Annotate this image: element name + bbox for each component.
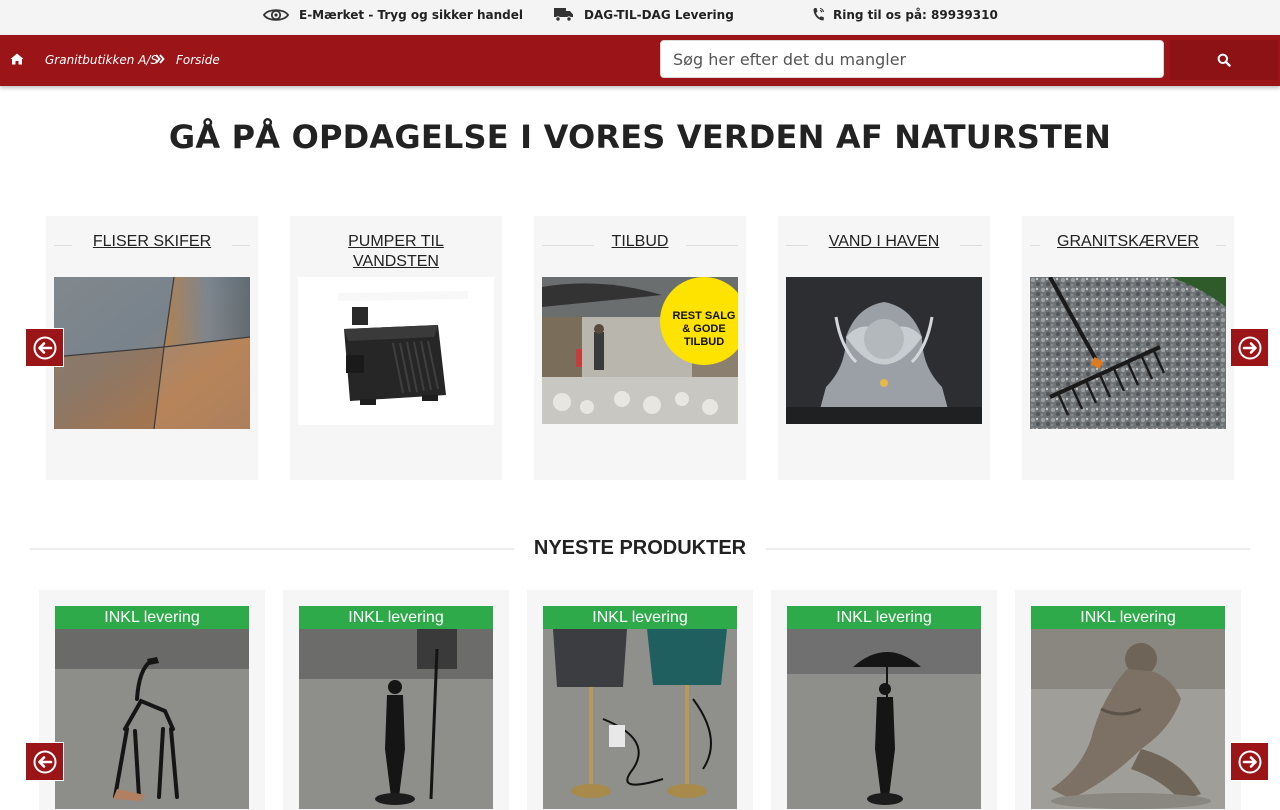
product-image-sitting-woman-statue[interactable] [1031,629,1225,809]
arrow-circle-left-icon [33,336,56,359]
category-title[interactable]: FLISER SKIFER [54,232,250,252]
arrow-circle-right-icon [1238,336,1261,359]
search-button[interactable] [1170,40,1278,80]
category-card-pumper[interactable]: PUMPER TIL VANDSTEN [290,216,502,480]
truck-icon [554,8,573,22]
info-phone-label: Ring til os på: 89939310 [833,7,998,22]
products-prev-button[interactable] [25,742,64,781]
sale-sticker-text: TILBUD [684,336,724,348]
arrow-circle-right-icon [1238,750,1261,773]
search-input[interactable] [660,40,1164,78]
info-delivery-label: DAG-TIL-DAG Levering [584,7,734,22]
category-image-water-feature[interactable] [786,277,982,424]
category-title[interactable]: PUMPER TIL VANDSTEN [298,232,494,272]
delivery-badge: INKL levering [543,606,737,629]
category-image-pump[interactable] [298,277,494,425]
main-navbar: Granitbutikken A/S Forside [0,35,1280,86]
category-card-fliser-skifer[interactable]: FLISER SKIFER [46,216,258,480]
eye-icon [263,9,289,21]
category-card-granitskaerver[interactable]: GRANITSKÆRVER [1022,216,1234,480]
product-image-figure-statue[interactable] [299,629,493,809]
newest-products-heading: NYESTE PRODUKTER [533,537,747,559]
delivery-badge: INKL levering [787,606,981,629]
info-emaerket[interactable]: E-Mærket - Tryg og sikker handel [263,7,523,23]
product-image-giraffe[interactable] [55,629,249,809]
delivery-badge: INKL levering [299,606,493,629]
category-card-tilbud[interactable]: TILBUD REST SALG & GODE TILBUD [534,216,746,480]
product-card[interactable]: INKL levering [771,590,997,810]
categories-prev-button[interactable] [25,328,64,367]
product-card[interactable]: INKL levering [39,590,265,810]
category-title[interactable]: TILBUD [542,232,738,252]
category-card-vand-i-haven[interactable]: VAND I HAVEN [778,216,990,480]
category-image-sale-store[interactable]: REST SALG & GODE TILBUD [542,277,738,424]
sale-sticker-text: REST SALG [673,310,736,322]
delivery-badge: INKL levering [1031,606,1225,629]
product-card[interactable]: INKL levering [1015,590,1241,810]
categories-next-button[interactable] [1230,328,1269,367]
page-headline: GÅ PÅ OPDAGELSE I VORES VERDEN AF NATURS… [168,118,1112,156]
category-title[interactable]: GRANITSKÆRVER [1030,232,1226,252]
info-delivery[interactable]: DAG-TIL-DAG Levering [554,7,734,22]
category-title[interactable]: VAND I HAVEN [786,232,982,252]
top-info-bar: E-Mærket - Tryg og sikker handel DAG-TIL… [0,0,1280,35]
products-next-button[interactable] [1230,742,1269,781]
info-phone[interactable]: Ring til os på: 89939310 [812,7,998,22]
category-image-granite-chips[interactable] [1030,277,1226,429]
product-card[interactable]: INKL levering [527,590,753,810]
breadcrumb-current[interactable]: Forside [176,53,220,67]
arrow-circle-left-icon [33,750,56,773]
delivery-badge: INKL levering [55,606,249,629]
phone-icon [813,7,825,21]
sale-sticker-text: & GODE [682,323,725,335]
search-icon [1217,53,1231,67]
double-chevron-right-icon [155,54,165,64]
info-emaerket-label: E-Mærket - Tryg og sikker handel [299,8,524,22]
breadcrumb-home-link[interactable]: Granitbutikken A/S [45,53,158,67]
home-icon[interactable] [10,53,24,65]
product-card[interactable]: INKL levering [283,590,509,810]
product-image-table-lamps[interactable] [543,629,737,809]
section-divider-right [766,548,1250,550]
section-divider-left [30,548,514,550]
product-image-umbrella-figure[interactable] [787,629,981,809]
category-image-slate-tiles[interactable] [54,277,250,429]
